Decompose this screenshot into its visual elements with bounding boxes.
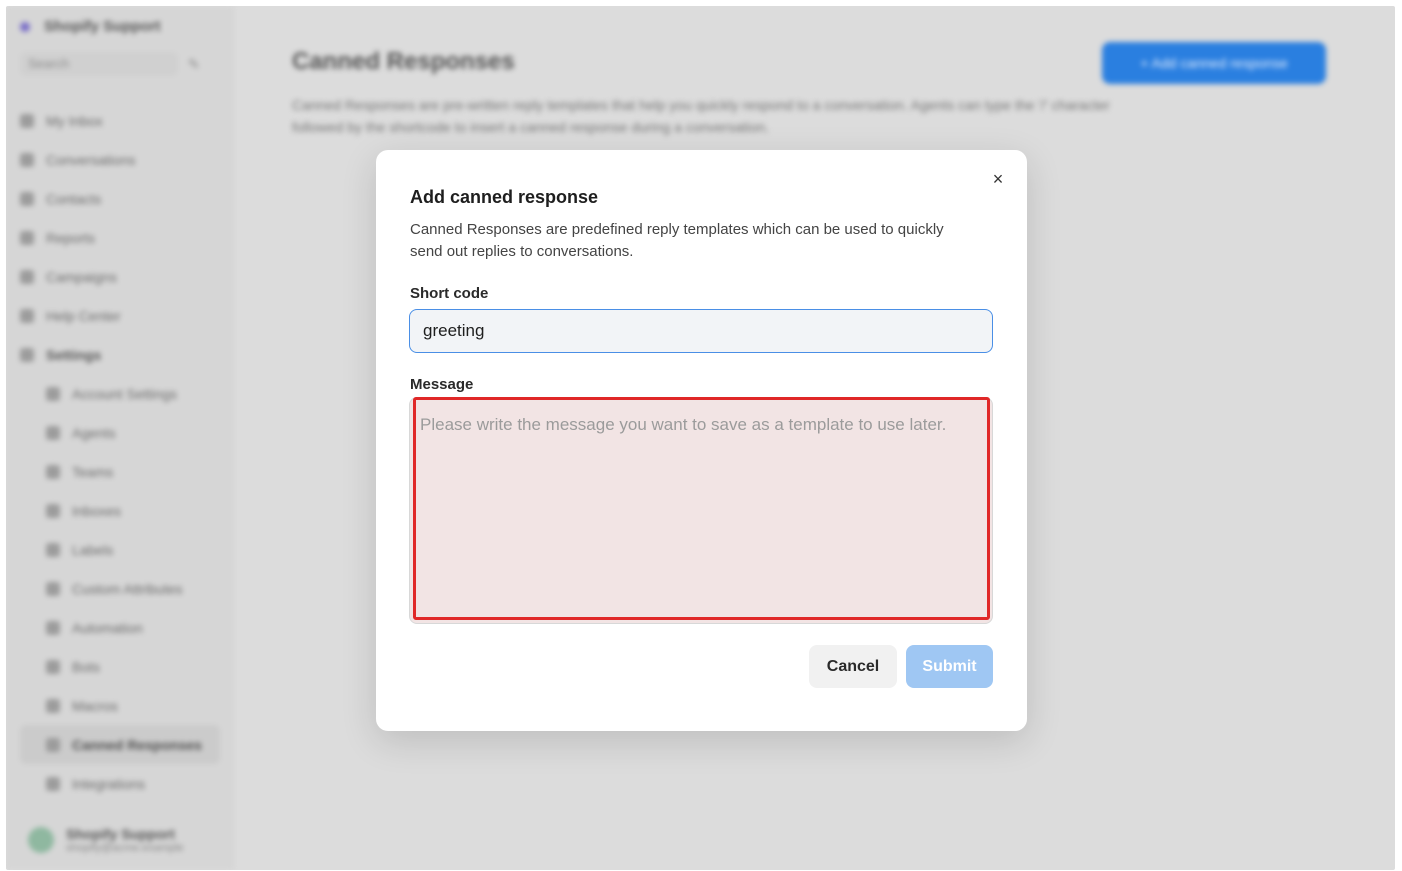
sidebar-item[interactable]: Automation bbox=[20, 608, 220, 647]
inbox-icon bbox=[20, 113, 34, 128]
sidebar-item-label: My Inbox bbox=[46, 112, 103, 129]
inbox-icon bbox=[46, 503, 60, 518]
chat-icon bbox=[20, 152, 34, 167]
sidebar-item[interactable]: Help Center bbox=[20, 296, 220, 335]
reports-icon bbox=[20, 230, 34, 245]
sidebar-item-label: Agents bbox=[72, 424, 116, 441]
sidebar-search-input[interactable]: Search bbox=[20, 52, 178, 76]
message-label: Message bbox=[410, 376, 474, 393]
message-textarea[interactable]: Please write the message you want to sav… bbox=[409, 397, 993, 624]
sidebar-item-label: Conversations bbox=[46, 151, 136, 168]
macro-icon bbox=[46, 698, 60, 713]
bot-icon bbox=[46, 659, 60, 674]
sidebar-item-label: Contacts bbox=[46, 190, 102, 207]
add-canned-response-button[interactable]: + Add canned response bbox=[1102, 42, 1326, 84]
sidebar-item-label: Automation bbox=[72, 619, 143, 636]
code-icon bbox=[46, 581, 60, 596]
sidebar-item[interactable]: My Inbox bbox=[20, 101, 220, 140]
agent-icon bbox=[46, 425, 60, 440]
sidebar-item[interactable]: Custom Attributes bbox=[20, 569, 220, 608]
short-code-input[interactable] bbox=[409, 309, 993, 353]
tag-icon bbox=[46, 542, 60, 557]
sidebar-item[interactable]: Settings bbox=[20, 335, 220, 374]
sidebar-nav: My Inbox Conversations Contacts Reports Camp… bbox=[20, 101, 220, 803]
contacts-icon bbox=[20, 191, 34, 206]
dialog-title: Add canned response bbox=[410, 187, 599, 207]
plug-icon bbox=[46, 776, 60, 791]
canned-icon bbox=[46, 737, 60, 752]
submit-button[interactable]: Submit bbox=[906, 645, 993, 688]
sidebar-item[interactable]: Agents bbox=[20, 413, 220, 452]
dialog-description: Canned Responses are predefined reply te… bbox=[410, 221, 944, 260]
close-icon[interactable]: × bbox=[988, 168, 1008, 190]
sidebar-item[interactable]: Reports bbox=[20, 218, 220, 257]
workspace-switcher[interactable]: Shopify Support bbox=[20, 18, 161, 35]
sidebar-item[interactable]: Canned Responses bbox=[20, 725, 220, 764]
sidebar: Shopify Support Search ✎ My Inbox Convers… bbox=[6, 6, 233, 870]
gear-icon bbox=[46, 386, 60, 401]
cancel-button[interactable]: Cancel bbox=[809, 645, 897, 688]
sidebar-item-label: Campaigns bbox=[46, 268, 117, 285]
workspace-logo-icon bbox=[20, 21, 30, 32]
sidebar-item-label: Inboxes bbox=[72, 502, 122, 519]
message-placeholder: Please write the message you want to sav… bbox=[420, 415, 947, 434]
sidebar-item[interactable]: Labels bbox=[20, 530, 220, 569]
profile-name: Shopify Support bbox=[66, 826, 175, 842]
sidebar-item[interactable]: Contacts bbox=[20, 179, 220, 218]
sidebar-item-label: Integrations bbox=[72, 775, 146, 792]
book-icon bbox=[20, 308, 34, 323]
sidebar-item-label: Labels bbox=[72, 541, 114, 558]
page-title: Canned Responses bbox=[292, 48, 515, 75]
teams-icon bbox=[46, 464, 60, 479]
automation-icon bbox=[46, 620, 60, 635]
megaphone-icon bbox=[20, 269, 34, 284]
sidebar-item[interactable]: Inboxes bbox=[20, 491, 220, 530]
sidebar-item[interactable]: Conversations bbox=[20, 140, 220, 179]
sidebar-item-label: Custom Attributes bbox=[72, 580, 183, 597]
short-code-label: Short code bbox=[410, 285, 489, 302]
sidebar-item-label: Settings bbox=[46, 346, 102, 363]
add-canned-response-dialog: × Add canned response Canned Responses a… bbox=[376, 150, 1027, 731]
sidebar-item-label: Canned Responses bbox=[72, 736, 202, 753]
sidebar-item-label: Reports bbox=[46, 229, 96, 246]
sidebar-item-label: Teams bbox=[72, 463, 114, 480]
sidebar-item-label: Macros bbox=[72, 697, 118, 714]
sidebar-item-label: Account Settings bbox=[72, 385, 178, 402]
sidebar-item[interactable]: Account Settings bbox=[20, 374, 220, 413]
compose-icon[interactable]: ✎ bbox=[188, 56, 200, 73]
sidebar-profile[interactable]: Shopify Support shopify@acme.example bbox=[28, 826, 184, 854]
avatar bbox=[28, 827, 54, 853]
sidebar-item[interactable]: Integrations bbox=[20, 764, 220, 803]
profile-email: shopify@acme.example bbox=[66, 842, 184, 854]
sidebar-item[interactable]: Macros bbox=[20, 686, 220, 725]
sidebar-item-label: Help Center bbox=[46, 307, 121, 324]
page-description: Canned Responses are pre-written reply t… bbox=[292, 97, 1110, 135]
sidebar-item-label: Bots bbox=[72, 658, 101, 675]
gear-icon bbox=[20, 347, 34, 362]
sidebar-item[interactable]: Campaigns bbox=[20, 257, 220, 296]
sidebar-item[interactable]: Bots bbox=[20, 647, 220, 686]
sidebar-item[interactable]: Teams bbox=[20, 452, 220, 491]
workspace-name: Shopify Support bbox=[44, 18, 161, 35]
